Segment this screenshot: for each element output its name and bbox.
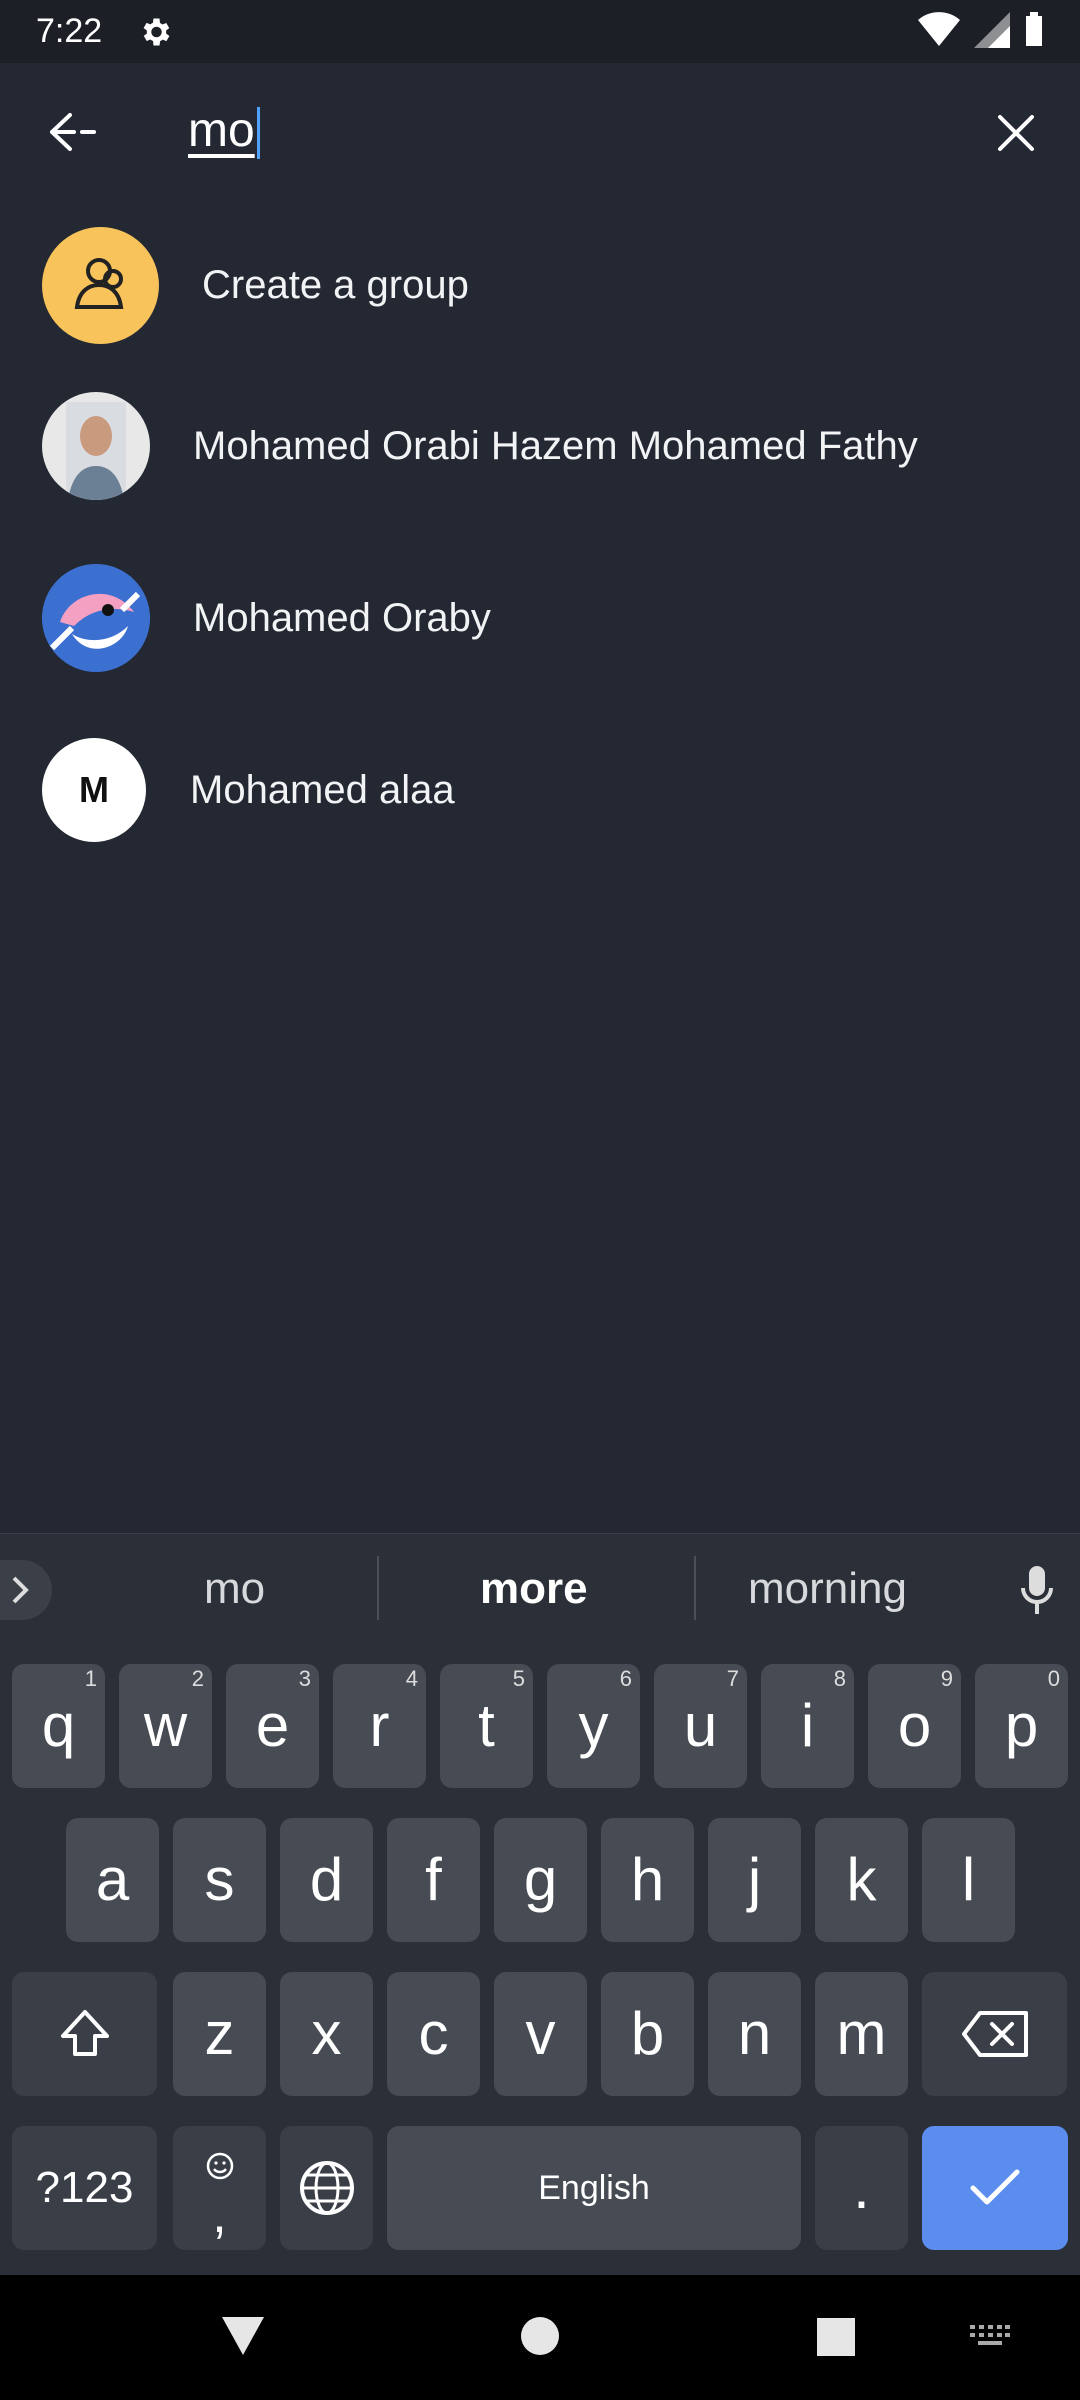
space-key[interactable]: English	[387, 2126, 801, 2250]
key-q[interactable]: q1	[12, 1664, 105, 1788]
key-z[interactable]: z	[173, 1972, 266, 2096]
key-a[interactable]: a	[66, 1818, 159, 1942]
key-p[interactable]: p0	[975, 1664, 1068, 1788]
key-h[interactable]: h	[601, 1818, 694, 1942]
key-s[interactable]: s	[173, 1818, 266, 1942]
key-b[interactable]: b	[601, 1972, 694, 2096]
signal-icon	[974, 12, 1010, 48]
keyboard-switch-icon[interactable]	[970, 2325, 1010, 2349]
expand-toolbar-button[interactable]	[0, 1560, 52, 1620]
search-app-bar: mo	[0, 63, 1080, 208]
status-time: 7:22	[36, 12, 103, 50]
search-input[interactable]: mo	[188, 103, 260, 160]
comma-label: ,	[212, 2186, 227, 2244]
settings-gear-icon	[143, 18, 170, 46]
key-i[interactable]: i8	[761, 1664, 854, 1788]
create-group-label: Create a group	[202, 262, 469, 307]
suggestion-divider	[377, 1556, 379, 1620]
people-icon	[74, 258, 123, 309]
key-y[interactable]: y6	[547, 1664, 640, 1788]
key-w[interactable]: w2	[119, 1664, 212, 1788]
period-key[interactable]: .	[815, 2126, 908, 2250]
suggestion-strip: mo more morning	[0, 1534, 1080, 1650]
contact-name: Mohamed Oraby	[193, 595, 491, 640]
suggestion-divider	[694, 1556, 696, 1620]
chevron-right-icon	[12, 1576, 29, 1604]
text-caret	[256, 107, 260, 160]
key-c[interactable]: c	[387, 1972, 480, 2096]
key-t[interactable]: t5	[440, 1664, 533, 1788]
battery-icon	[1026, 12, 1042, 46]
key-n[interactable]: n	[708, 1972, 801, 2096]
symbols-key[interactable]: ?123	[12, 2126, 157, 2250]
contact-item[interactable]: M Mohamed alaa	[0, 704, 1080, 876]
contact-item[interactable]: Mohamed Orabi Hazem Mohamed Fathy	[0, 360, 1080, 532]
key-j[interactable]: j	[708, 1818, 801, 1942]
backspace-key[interactable]	[922, 1972, 1067, 2096]
group-avatar	[42, 226, 159, 344]
microphone-icon[interactable]	[1020, 1564, 1054, 1616]
search-input-value: mo	[188, 104, 255, 157]
contact-avatar-letter: M	[42, 738, 146, 842]
backspace-icon	[961, 2011, 1028, 2057]
key-l[interactable]: l	[922, 1818, 1015, 1942]
checkmark-icon	[970, 2169, 1020, 2205]
contact-avatar-illustration	[42, 564, 150, 672]
done-key[interactable]	[922, 2126, 1068, 2250]
language-key[interactable]	[280, 2126, 373, 2250]
key-f[interactable]: f	[387, 1818, 480, 1942]
key-k[interactable]: k	[815, 1818, 908, 1942]
key-u[interactable]: u7	[654, 1664, 747, 1788]
shift-key[interactable]	[12, 1972, 157, 2096]
nav-home-icon[interactable]	[521, 2317, 559, 2355]
wifi-icon	[918, 12, 960, 46]
back-arrow-icon[interactable]	[42, 107, 102, 157]
nav-back-icon[interactable]	[220, 2315, 266, 2357]
contact-item[interactable]: Mohamed Oraby	[0, 532, 1080, 704]
contact-name: Mohamed alaa	[190, 767, 455, 812]
key-d[interactable]: d	[280, 1818, 373, 1942]
key-e[interactable]: e3	[226, 1664, 319, 1788]
key-r[interactable]: r4	[333, 1664, 426, 1788]
suggestion-1[interactable]: mo	[204, 1564, 265, 1614]
suggestion-2[interactable]: more	[480, 1564, 588, 1614]
status-bar: 7:22	[0, 0, 1080, 63]
contact-name: Mohamed Orabi Hazem Mohamed Fathy	[193, 423, 918, 468]
key-v[interactable]: v	[494, 1972, 587, 2096]
search-results-list: Create a group Mohamed Orabi Hazem Moham…	[0, 210, 1080, 876]
contact-avatar-photo	[42, 392, 150, 500]
nav-recents-icon[interactable]	[817, 2318, 855, 2356]
key-o[interactable]: o9	[868, 1664, 961, 1788]
key-x[interactable]: x	[280, 1972, 373, 2096]
shift-icon	[60, 2010, 109, 2056]
system-nav-bar	[0, 2275, 1080, 2400]
globe-icon	[299, 2161, 354, 2215]
emoji-icon	[206, 2152, 233, 2180]
key-m[interactable]: m	[815, 1972, 908, 2096]
create-group-item[interactable]: Create a group	[0, 210, 1080, 360]
comma-emoji-key[interactable]: ,	[173, 2126, 266, 2250]
clear-search-icon[interactable]	[994, 111, 1038, 155]
suggestion-3[interactable]: morning	[748, 1564, 907, 1614]
soft-keyboard: mo more morning q1 w2 e3 r4 t5 y6 u7 i8 …	[0, 1533, 1080, 2276]
key-g[interactable]: g	[494, 1818, 587, 1942]
status-icons	[918, 12, 1044, 48]
